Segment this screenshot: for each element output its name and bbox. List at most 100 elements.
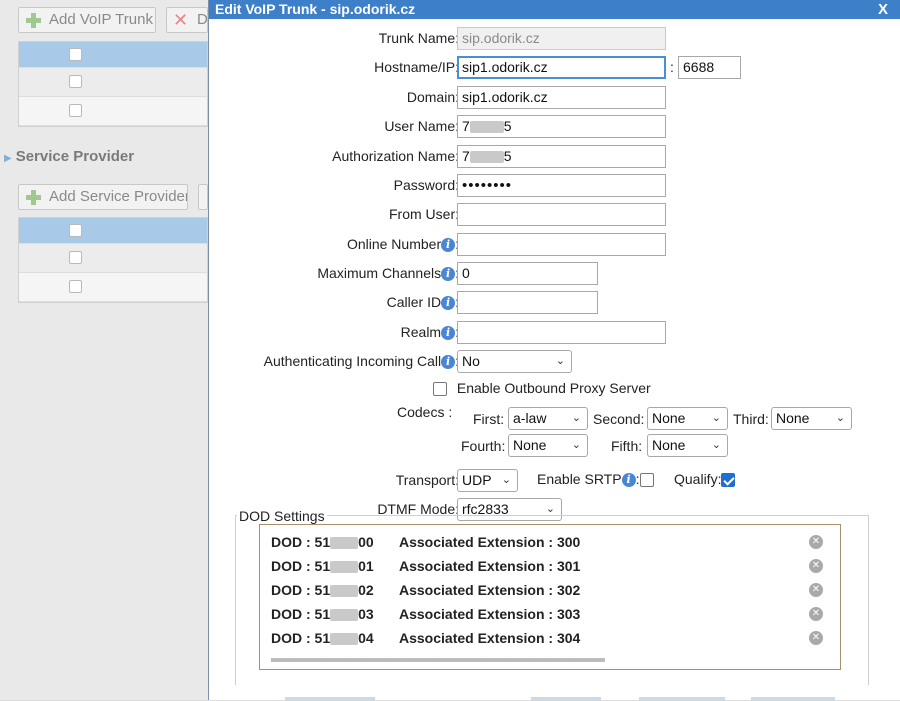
row-checkbox[interactable]	[69, 280, 82, 293]
trunk-name-label: Trunk Name:	[378, 30, 459, 46]
hostname-label: Hostname/IP:	[374, 59, 459, 75]
from-user-label: From User:	[389, 206, 459, 222]
transport-label: Transport:	[395, 472, 459, 488]
chevron-down-icon: ⌄	[501, 474, 511, 486]
redacted-text	[330, 633, 359, 646]
remove-circle-icon[interactable]: ✕	[809, 607, 823, 621]
realm-input[interactable]	[457, 321, 666, 344]
footer-button[interactable]	[639, 697, 725, 701]
info-icon[interactable]: i	[441, 296, 456, 310]
row-checkbox[interactable]	[69, 251, 82, 264]
domain-label: Domain:	[406, 89, 459, 105]
caller-id-label: Caller IDi:	[387, 294, 459, 310]
info-icon[interactable]: i	[441, 267, 456, 281]
chevron-down-icon: ⌄	[571, 439, 581, 451]
codec-fifth-select[interactable]: None ⌄	[647, 434, 728, 457]
qualify-checkbox[interactable]	[721, 473, 736, 488]
auth-incoming-label: Authenticating Incoming Calli:	[264, 353, 459, 369]
select-all-checkbox[interactable]	[69, 224, 82, 237]
info-icon[interactable]: i	[441, 326, 456, 340]
online-number-label: Online Numberi:	[347, 236, 459, 252]
auth-name-input[interactable]: 75	[457, 145, 666, 168]
redacted-text	[330, 585, 359, 598]
dod-row[interactable]: DOD : 51 01 Associated Extension : 301 ✕	[260, 554, 840, 578]
dod-row[interactable]: DOD : 51 03 Associated Extension : 303 ✕	[260, 602, 840, 626]
port-separator: :	[670, 59, 674, 75]
codec-third-label: Third:	[733, 411, 769, 427]
password-input[interactable]: ••••••••	[457, 174, 666, 197]
max-channels-input[interactable]: 0	[457, 262, 598, 285]
delete-voip-trunk-button[interactable]: ✕ D	[166, 7, 208, 33]
online-number-input[interactable]	[457, 233, 666, 256]
dod-row[interactable]: DOD : 51 02 Associated Extension : 302 ✕	[260, 578, 840, 602]
redacted-text	[330, 561, 359, 574]
triangle-right-icon: ▶	[4, 153, 12, 164]
close-button[interactable]: X	[878, 0, 888, 19]
dod-row[interactable]: ▆▆▆▆▆▆▆▆▆▆▆▆▆▆▆▆▆▆▆▆▆▆▆▆▆▆▆▆▆▆▆	[260, 650, 840, 662]
domain-input[interactable]: sip1.odorik.cz	[457, 86, 666, 109]
qualify-option[interactable]: Qualify:	[674, 471, 736, 488]
plus-icon	[25, 189, 41, 205]
srtp-option[interactable]: Enable SRTP i:	[537, 471, 655, 488]
user-name-input[interactable]: 75	[457, 115, 666, 138]
transport-select[interactable]: UDP ⌄	[457, 469, 518, 492]
voip-trunk-table	[18, 41, 208, 127]
select-all-checkbox[interactable]	[69, 48, 82, 61]
add-service-provider-button[interactable]: Add Service Provider	[18, 184, 188, 210]
caller-id-input[interactable]	[457, 291, 598, 314]
codec-second-label: Second:	[593, 411, 645, 427]
service-provider-heading[interactable]: ▶ Service Provider	[4, 148, 134, 165]
footer-button[interactable]	[285, 697, 375, 701]
outbound-proxy-checkbox[interactable]	[433, 382, 447, 397]
edit-voip-trunk-dialog: Edit VoIP Trunk - sip.odorik.cz X Trunk …	[208, 0, 900, 701]
port-input[interactable]: 6688	[678, 56, 741, 79]
codec-fourth-select[interactable]: None ⌄	[508, 434, 588, 457]
table-row[interactable]	[19, 68, 207, 97]
service-provider-table	[18, 217, 208, 303]
dod-row[interactable]: DOD : 51 00 Associated Extension : 300 ✕	[260, 530, 840, 554]
table-header-row	[19, 42, 207, 68]
realm-label: Realmi:	[401, 324, 459, 340]
remove-circle-icon[interactable]: ✕	[809, 583, 823, 597]
codec-fifth-label: Fifth:	[611, 438, 643, 454]
table-row[interactable]	[19, 97, 207, 126]
chevron-down-icon: ⌄	[835, 412, 845, 424]
trunk-name-input[interactable]: sip.odorik.cz	[457, 27, 666, 50]
plus-icon	[25, 12, 41, 28]
footer-button[interactable]	[531, 697, 601, 701]
srtp-checkbox[interactable]	[640, 473, 655, 488]
dod-settings-legend: DOD Settings	[237, 508, 327, 524]
codec-fourth-label: Fourth:	[461, 438, 506, 454]
info-icon[interactable]: i	[621, 473, 636, 487]
remove-circle-icon[interactable]: ✕	[809, 559, 823, 573]
dod-list[interactable]: DOD : 51 00 Associated Extension : 300 ✕ …	[259, 524, 841, 670]
auth-name-label: Authorization Name:	[332, 148, 459, 164]
from-user-input[interactable]	[457, 203, 666, 226]
info-icon[interactable]: i	[441, 238, 456, 252]
remove-circle-icon[interactable]: ✕	[809, 535, 823, 549]
redacted-text	[469, 121, 504, 134]
remove-circle-icon[interactable]: ✕	[809, 631, 823, 645]
info-icon[interactable]: i	[441, 355, 456, 369]
footer-button[interactable]	[751, 697, 835, 701]
redacted-text	[330, 609, 359, 622]
add-voip-trunk-button[interactable]: Add VoIP Trunk	[18, 7, 156, 33]
row-checkbox[interactable]	[69, 104, 82, 117]
codec-first-select[interactable]: a-law ⌄	[508, 407, 588, 430]
outbound-proxy-option[interactable]: Enable Outbound Proxy Server	[433, 380, 651, 397]
redacted-text	[469, 151, 504, 164]
table-row[interactable]	[19, 244, 207, 273]
dod-row[interactable]: DOD : 51 04 Associated Extension : 304 ✕	[260, 626, 840, 650]
dialog-title: Edit VoIP Trunk - sip.odorik.cz	[215, 1, 416, 17]
table-header-row	[19, 218, 207, 244]
auth-incoming-select[interactable]: No ⌄	[457, 350, 572, 373]
hostname-input[interactable]: sip1.odorik.cz	[457, 56, 666, 79]
table-row[interactable]	[19, 273, 207, 302]
row-checkbox[interactable]	[69, 75, 82, 88]
codec-third-select[interactable]: None ⌄	[771, 407, 852, 430]
service-provider-action-button[interactable]	[198, 184, 208, 210]
chevron-down-icon: ⌄	[711, 439, 721, 451]
password-label: Password:	[393, 177, 459, 193]
codec-second-select[interactable]: None ⌄	[647, 407, 728, 430]
codec-first-label: First:	[473, 411, 505, 427]
